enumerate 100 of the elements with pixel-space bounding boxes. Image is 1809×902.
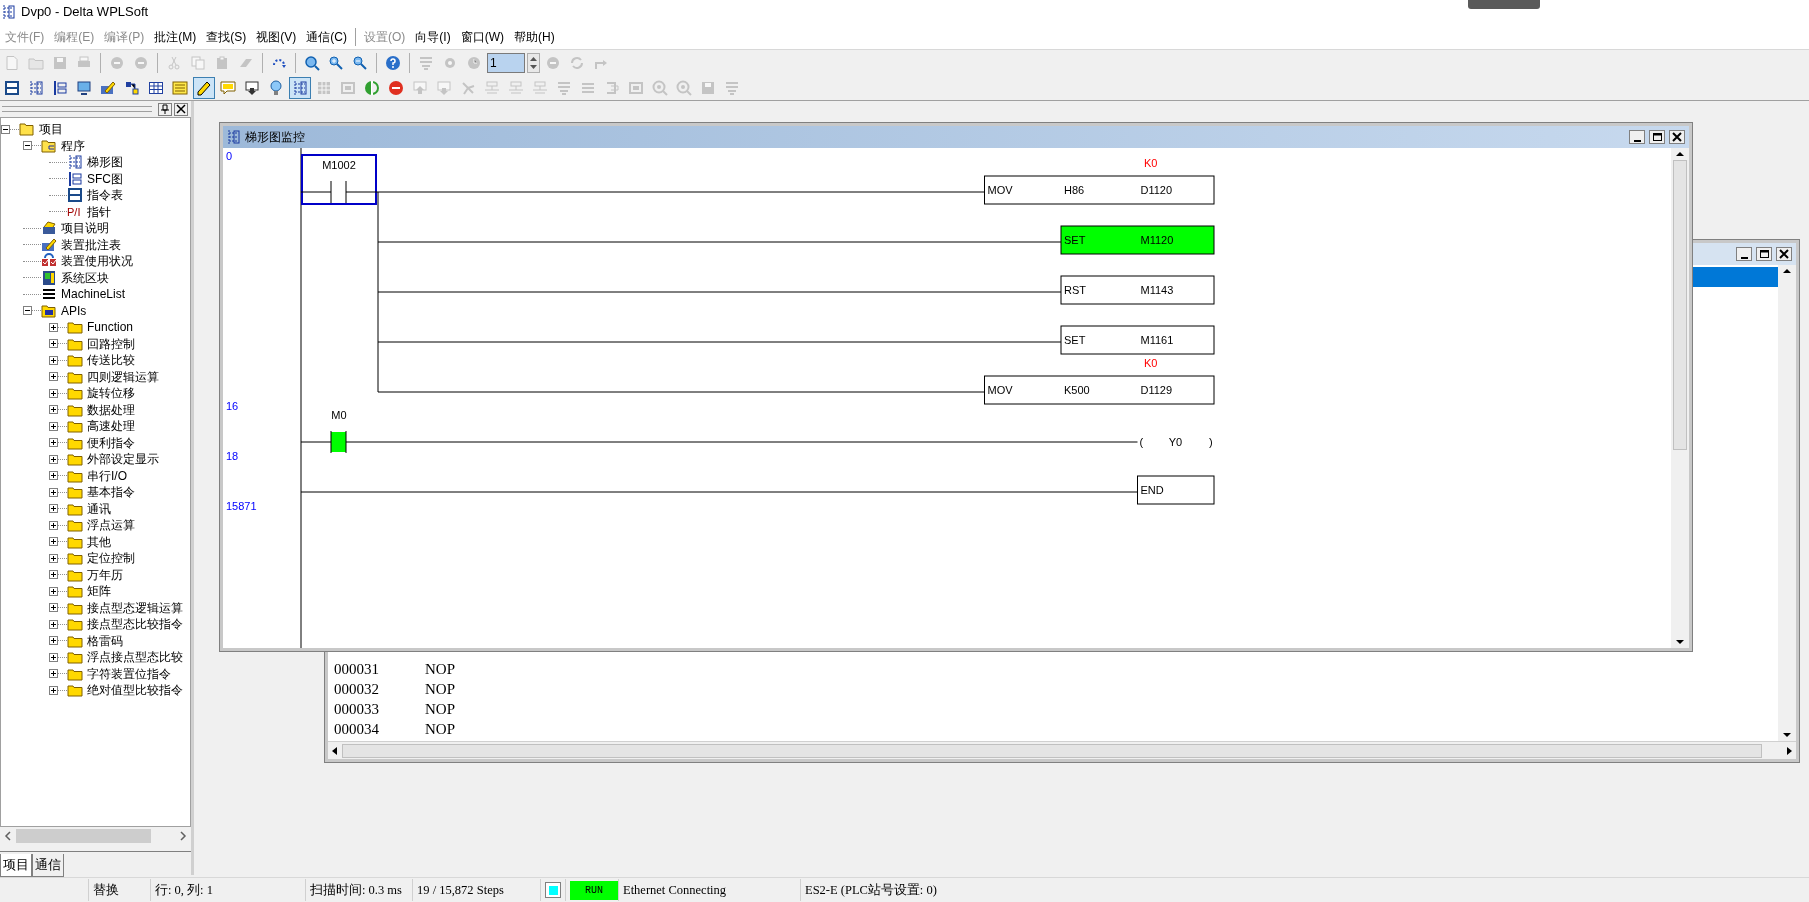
close-button[interactable] (1669, 130, 1685, 144)
tree-item[interactable]: APIs (59, 301, 89, 320)
tree-item[interactable]: 定位控制 (85, 549, 137, 568)
instruction-operand: K500 (1064, 384, 1090, 396)
tree-item[interactable]: 便利指令 (85, 433, 137, 452)
scrollbar-thumb[interactable] (16, 829, 151, 843)
close-button[interactable] (1776, 247, 1792, 261)
scrollbar-thumb[interactable] (1673, 160, 1687, 450)
tree-item[interactable]: 程序 (59, 136, 87, 155)
menu-item[interactable]: 窗口(W) (455, 27, 509, 46)
menu-item[interactable]: 查找(S) (201, 27, 252, 46)
expand-icon[interactable] (49, 685, 58, 695)
tree-item[interactable]: SFC图 (85, 169, 125, 188)
expand-icon[interactable] (49, 652, 58, 662)
tree-item[interactable]: 绝对值型比较指令 (85, 681, 185, 700)
tree-item[interactable]: 格雷码 (85, 631, 125, 650)
tree-item[interactable]: 高速处理 (85, 417, 137, 436)
tree-item[interactable]: Function (85, 318, 136, 337)
expand-icon[interactable] (49, 454, 58, 464)
toolbar-button[interactable] (193, 76, 215, 99)
expand-icon[interactable] (49, 438, 58, 448)
tree-item[interactable]: 装置批注表 (59, 235, 123, 254)
tree-item[interactable]: MachineList (59, 285, 128, 304)
tree-item[interactable]: 万年历 (85, 565, 125, 584)
tree-item[interactable]: 数据处理 (85, 400, 137, 419)
expand-icon[interactable] (49, 405, 58, 415)
instruction-box[interactable] (1137, 475, 1215, 505)
maximize-button[interactable] (1649, 130, 1665, 144)
collapse-icon[interactable] (1, 124, 10, 134)
expand-icon[interactable] (49, 388, 58, 398)
tree-item[interactable]: 外部设定显示 (85, 450, 161, 469)
maximize-button[interactable] (1756, 247, 1772, 261)
expand-icon[interactable] (49, 570, 58, 580)
expand-icon[interactable] (49, 669, 58, 679)
expand-icon[interactable] (49, 619, 58, 629)
tree-item[interactable]: 项目说明 (59, 219, 111, 238)
tree-item[interactable]: 指令表 (85, 186, 125, 205)
instruction-box[interactable] (984, 375, 1215, 405)
tree-item[interactable]: 其他 (85, 532, 113, 551)
circle-letter-icon (652, 79, 668, 96)
expand-icon[interactable] (49, 421, 58, 431)
expand-icon[interactable] (49, 603, 58, 613)
tree-item[interactable]: 字符装置位指令 (85, 664, 173, 683)
expand-icon[interactable] (49, 586, 58, 596)
expand-icon[interactable] (49, 636, 58, 646)
minimize-button[interactable] (1736, 247, 1752, 261)
instruction-box[interactable] (1060, 325, 1215, 355)
expand-icon[interactable] (49, 520, 58, 530)
tree-item[interactable]: 梯形图 (85, 153, 125, 172)
panel-tab[interactable]: 项目 (0, 854, 32, 877)
collapse-icon[interactable] (23, 306, 32, 316)
tree-item[interactable]: 指针 (85, 202, 113, 221)
flowchart-icon (52, 79, 68, 96)
menu-item[interactable]: 视图(V) (251, 27, 302, 46)
close-icon (176, 104, 186, 114)
tree-item[interactable]: 浮点接点型态比较 (85, 648, 185, 667)
tree-item[interactable]: 接点型态逻辑运算 (85, 598, 185, 617)
expand-icon[interactable] (49, 322, 58, 332)
tree-item[interactable]: 项目 (37, 120, 65, 139)
monitor-icon (76, 79, 92, 96)
menu-item[interactable]: 帮助(H) (509, 27, 560, 46)
tree-item[interactable]: 传送比较 (85, 351, 137, 370)
panel-tab[interactable]: 通信 (32, 854, 64, 877)
collapse-icon[interactable] (23, 141, 32, 151)
tree-item[interactable]: 串行I/O (85, 466, 129, 485)
menu-item[interactable]: 向导(I) (410, 27, 456, 46)
minimize-button[interactable] (1629, 130, 1645, 144)
menu-item[interactable]: 通信(C) (301, 27, 352, 46)
contact-symbol[interactable] (330, 430, 347, 454)
instruction-box[interactable] (984, 175, 1215, 205)
folder-icon (19, 121, 35, 138)
instruction-box[interactable] (1060, 275, 1215, 305)
pin-button[interactable] (158, 102, 172, 116)
tree-item[interactable]: 接点型态比较指令 (85, 615, 185, 634)
scrollbar-thumb[interactable] (342, 743, 1762, 758)
tree-item[interactable]: 四则逻辑运算 (85, 367, 161, 386)
tree-item[interactable]: 回路控制 (85, 334, 137, 353)
contact-symbol[interactable] (330, 180, 347, 204)
tree-item[interactable]: 基本指令 (85, 483, 137, 502)
expand-icon[interactable] (49, 553, 58, 563)
menu-item[interactable]: 批注(M) (149, 27, 202, 46)
expand-icon[interactable] (49, 504, 58, 514)
expand-icon[interactable] (49, 487, 58, 497)
number-field[interactable]: 1 (487, 52, 525, 73)
tree-item[interactable]: 矩阵 (85, 582, 113, 601)
expand-icon[interactable] (49, 537, 58, 547)
expand-icon[interactable] (49, 471, 58, 481)
close-button[interactable] (174, 102, 188, 116)
tree-item[interactable]: 装置使用状况 (59, 252, 135, 271)
expand-icon[interactable] (49, 355, 58, 365)
instruction-box[interactable] (1060, 225, 1215, 255)
expand-icon[interactable] (49, 372, 58, 382)
expand-icon[interactable] (49, 339, 58, 349)
down-arrow-box-icon (436, 79, 452, 96)
tree-item[interactable]: 浮点运算 (85, 516, 137, 535)
tree-item[interactable]: 旋转位移 (85, 384, 137, 403)
tree-item[interactable]: 通讯 (85, 499, 113, 518)
minimize-icon (1740, 256, 1748, 259)
tree-item[interactable]: 系统区块 (59, 268, 111, 287)
spin-button[interactable] (527, 52, 540, 73)
